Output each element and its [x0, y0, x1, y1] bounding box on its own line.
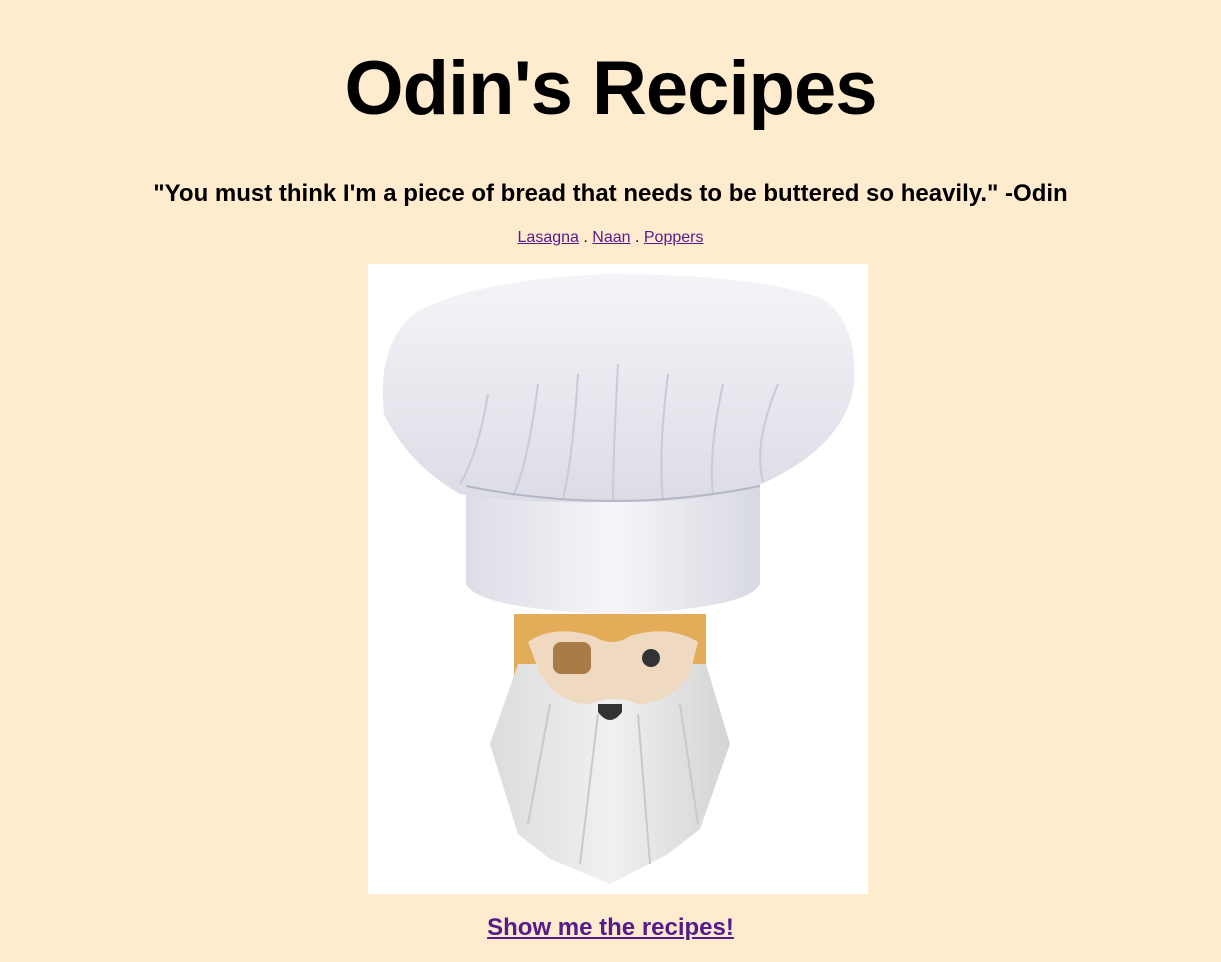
recipe-nav: Lasagna . Naan . Poppers — [0, 227, 1221, 249]
nav-link-poppers[interactable]: Poppers — [644, 229, 704, 246]
odin-quote: "You must think I'm a piece of bread tha… — [153, 180, 1068, 207]
eye-patch-icon — [553, 642, 591, 674]
nav-separator: . — [583, 229, 588, 246]
page-title: Odin's Recipes — [344, 46, 877, 131]
nav-link-naan[interactable]: Naan — [592, 229, 630, 246]
chef-odin-illustration — [382, 274, 855, 884]
hat-puff-shape — [382, 274, 855, 503]
chef-odin-image — [368, 264, 868, 894]
eye-icon — [642, 649, 660, 667]
nav-separator: . — [634, 229, 640, 246]
show-recipes-link[interactable]: Show me the recipes! — [0, 912, 1221, 944]
page: Odin's Recipes "You must think I'm a pie… — [0, 0, 1221, 962]
nav-link-lasagna[interactable]: Lasagna — [518, 229, 579, 246]
